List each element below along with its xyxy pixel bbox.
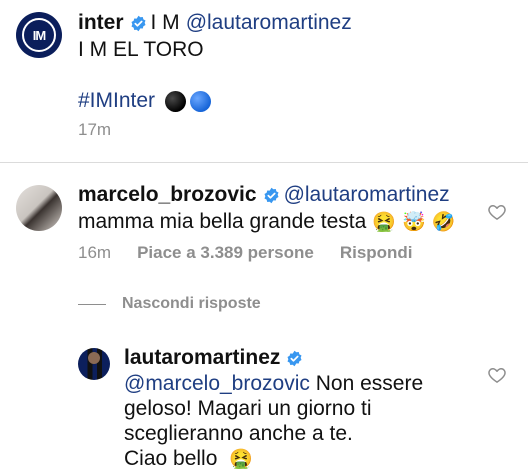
reply-header: lautaromartinez — [124, 345, 307, 371]
reply-button[interactable]: Rispondi — [340, 243, 413, 263]
comment-timestamp: 16m — [78, 243, 112, 262]
comment-body: mamma mia bella grande testa 🤮 🤯 🤣 — [78, 209, 455, 235]
blue-circle-icon — [190, 90, 212, 112]
post-mention[interactable]: @lautaromartinez — [186, 10, 352, 36]
comment-likes[interactable]: Piace a 3.389 persone — [137, 243, 314, 263]
verified-badge-icon — [264, 187, 279, 203]
black-circle-icon — [165, 90, 187, 112]
reply-line4: Ciao bello — [124, 447, 218, 470]
heart-icon[interactable] — [487, 202, 507, 222]
post-hashtag[interactable]: #IMInter — [78, 88, 155, 114]
post-caption: I M EL TORO — [78, 38, 204, 61]
inter-avatar[interactable]: IM — [16, 12, 62, 58]
heart-icon[interactable] — [487, 365, 507, 385]
verified-badge-icon — [287, 350, 302, 366]
hide-replies-label: Nascondi risposte — [122, 295, 261, 312]
comment-username[interactable]: marcelo_brozovic — [78, 182, 257, 208]
post-username[interactable]: inter — [78, 10, 124, 36]
reply-mention[interactable]: @marcelo_brozovic — [124, 372, 310, 395]
verified-badge-icon — [131, 15, 146, 31]
comment-mention[interactable]: @lautaromartinez — [284, 182, 450, 208]
comment-text: mamma mia bella grande testa — [78, 210, 367, 233]
post-timestamp: 17m — [78, 120, 112, 139]
vomiting-face-icon: 🤮 — [229, 448, 253, 470]
vomiting-face-icon: 🤮 — [372, 211, 396, 233]
comment-header: marcelo_brozovic @lautaromartinez — [78, 182, 450, 208]
exploding-head-icon: 🤯 — [401, 211, 426, 233]
lautaro-avatar[interactable] — [78, 348, 110, 380]
reply-line1: Non essere — [315, 372, 424, 395]
rofl-face-icon: 🤣 — [431, 211, 456, 233]
hide-replies-line — [78, 303, 106, 305]
inter-logo-icon: IM — [22, 18, 56, 52]
avatar-face — [88, 352, 100, 364]
post-hashtag-row: #IMInter — [78, 88, 212, 114]
reply-line2: geloso! Magari un giorno ti — [124, 397, 372, 420]
brozovic-avatar[interactable] — [16, 185, 62, 231]
post-prefix: I M — [150, 11, 180, 34]
reply-username[interactable]: lautaromartinez — [124, 345, 280, 371]
divider — [0, 162, 528, 163]
reply-body: @marcelo_brozovic Non essere geloso! Mag… — [124, 371, 484, 472]
post-header: inter I M @lautaromartinez — [78, 10, 352, 36]
reply-line3: sceglieranno anche a te. — [124, 422, 353, 445]
hide-replies-toggle[interactable]: Nascondi risposte — [78, 295, 261, 313]
comment-meta: 16m Piace a 3.389 persone Rispondi — [78, 243, 439, 263]
